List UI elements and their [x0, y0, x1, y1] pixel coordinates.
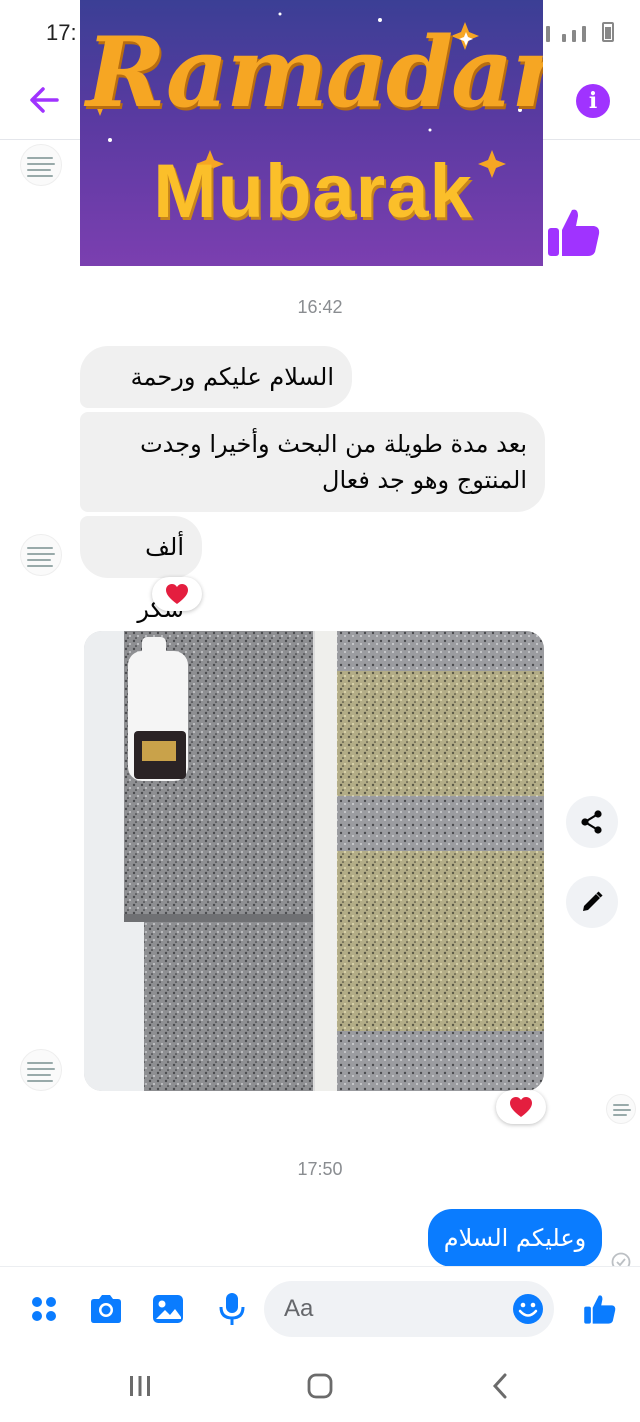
message-input-placeholder: Aa — [284, 1295, 314, 1322]
recent-apps-icon — [130, 1376, 150, 1396]
thumbs-up-icon — [548, 209, 600, 256]
send-like-button[interactable] — [580, 1289, 620, 1329]
chevron-left-icon — [492, 1373, 507, 1399]
back-button[interactable] — [22, 78, 66, 122]
message-bubble[interactable]: ألف شكر — [80, 516, 202, 623]
image-icon — [153, 1295, 183, 1323]
avatar[interactable] — [20, 534, 62, 576]
pencil-icon — [583, 891, 603, 911]
heart-reaction[interactable] — [152, 577, 202, 611]
banner-subtitle: Mubarak — [153, 149, 473, 234]
share-button[interactable] — [566, 796, 618, 848]
message-line: بعد مدة طويلة من البحث وأخيرا وجدت — [140, 430, 527, 458]
home-icon — [307, 1373, 333, 1399]
seen-avatar — [606, 1094, 636, 1124]
message-line: المنتوج وهو جد فعال — [322, 466, 527, 494]
outgoing-message-bubble[interactable]: وعليكم السلام — [428, 1209, 602, 1267]
heart-reaction[interactable] — [496, 1090, 546, 1124]
battery-icon — [602, 22, 614, 42]
thumbs-up-icon — [584, 1295, 616, 1324]
heart-icon — [510, 1097, 532, 1117]
gallery-button[interactable] — [148, 1289, 188, 1329]
camera-button[interactable] — [86, 1289, 126, 1329]
stairs-photo-after — [315, 631, 544, 1091]
back-nav-button[interactable] — [478, 1366, 522, 1406]
share-icon — [581, 810, 602, 834]
system-nav-bar — [0, 1350, 640, 1422]
stairs-photo-before — [84, 631, 313, 1091]
voice-button[interactable] — [212, 1289, 252, 1329]
grid-dots-icon — [32, 1297, 56, 1321]
arrow-left-icon — [30, 87, 59, 113]
message-input[interactable]: Aa — [264, 1281, 554, 1337]
info-button[interactable]: i — [576, 84, 610, 118]
time-separator: 17:50 — [297, 1159, 343, 1179]
info-icon: i — [588, 88, 598, 114]
emoji-icon[interactable] — [512, 1293, 544, 1325]
heart-icon — [166, 584, 188, 604]
message-bubble[interactable]: بعد مدة طويلة من البحث وأخيرا وجدت المنت… — [80, 412, 545, 512]
camera-icon — [91, 1295, 121, 1323]
message-bubble[interactable]: السلام عليكم ورحمة الله — [80, 346, 352, 453]
thumbs-up-message[interactable] — [546, 204, 602, 260]
edit-button[interactable] — [566, 876, 618, 928]
ramadan-image[interactable]: Ramadan Mubarak — [80, 0, 543, 266]
home-button[interactable] — [298, 1366, 342, 1406]
status-time: 17: — [46, 20, 77, 45]
recent-apps-button[interactable] — [118, 1366, 162, 1406]
menu-button[interactable] — [24, 1289, 64, 1329]
photo-message[interactable] — [84, 631, 544, 1091]
microphone-icon — [219, 1293, 245, 1325]
message-composer: Aa — [0, 1266, 640, 1350]
avatar[interactable] — [20, 144, 62, 186]
avatar[interactable] — [20, 1049, 62, 1091]
banner-title: Ramadan — [86, 16, 543, 129]
time-separator: 16:42 — [297, 297, 343, 317]
